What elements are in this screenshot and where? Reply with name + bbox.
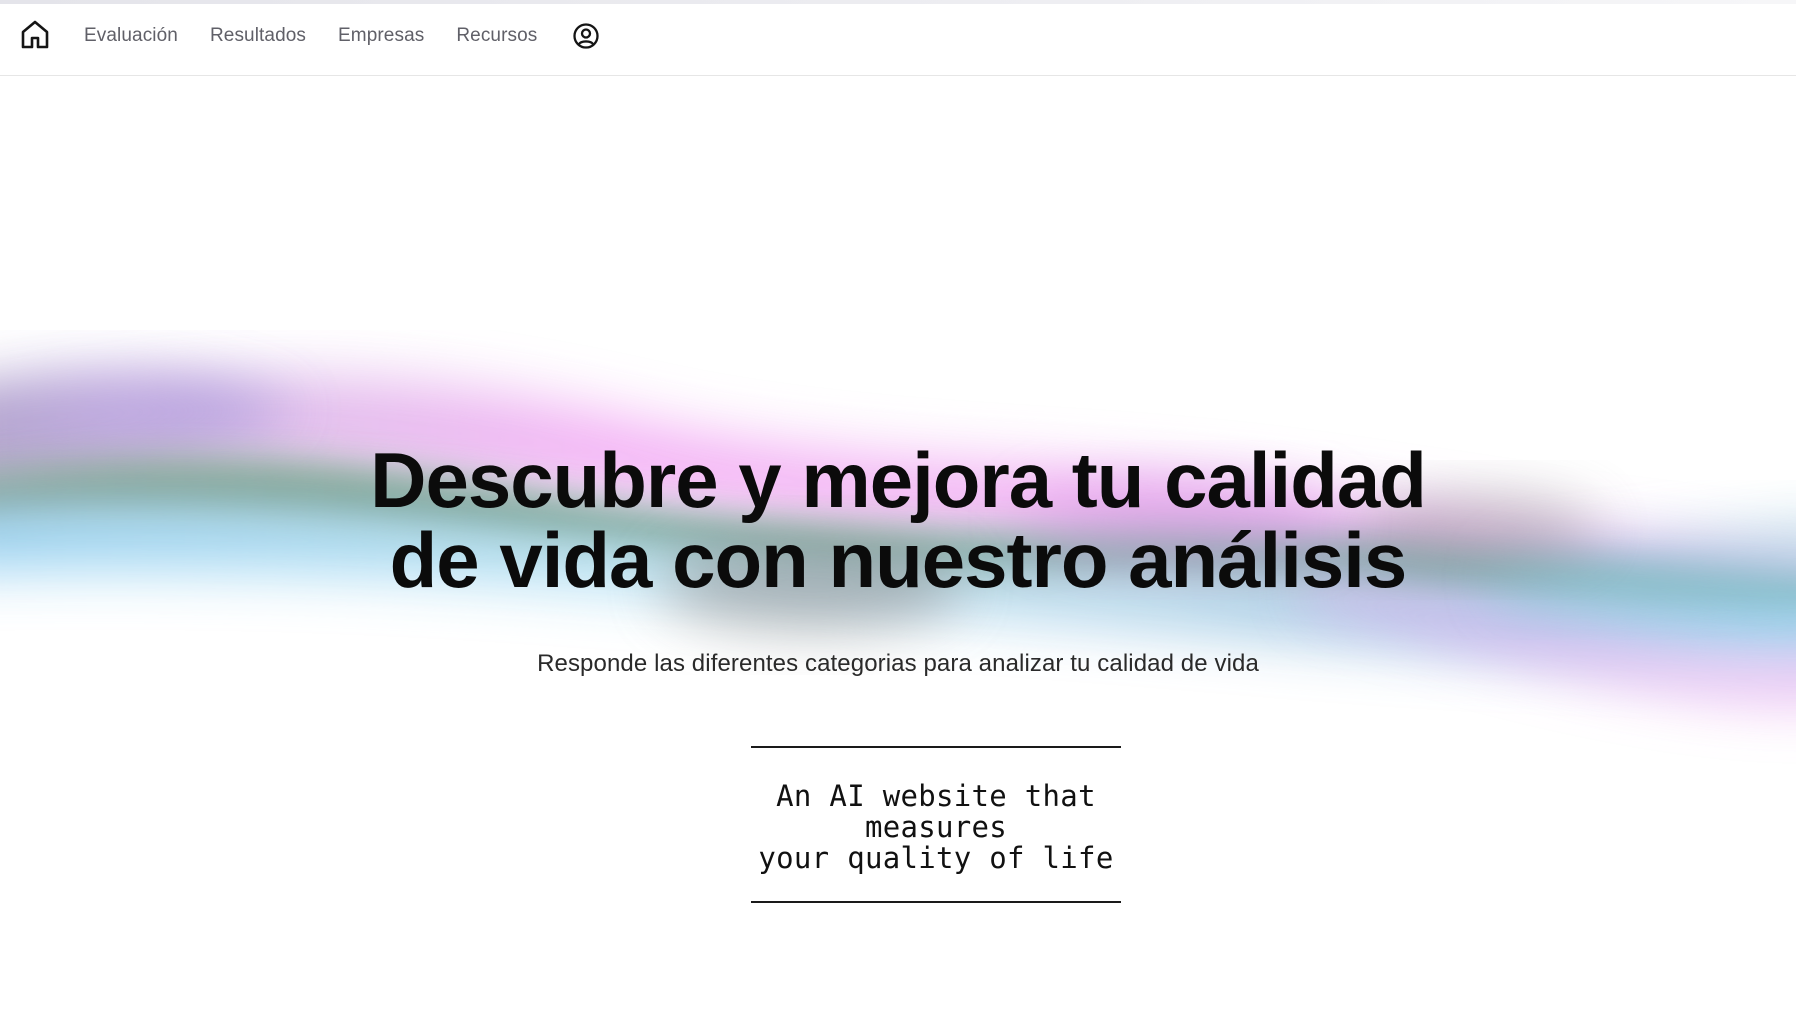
main-nav: Evaluación Resultados Empresas Recursos — [84, 4, 600, 67]
hero-section: Descubre y mejora tu calidad de vida con… — [0, 440, 1796, 678]
tagline: An AI website that measures your quality… — [751, 781, 1121, 874]
hero-subtitle: Responde las diferentes categorias para … — [537, 650, 1259, 677]
tagline-line2: your quality of life — [758, 841, 1114, 875]
nav-link-resultados[interactable]: Resultados — [210, 25, 306, 47]
home-icon[interactable] — [19, 18, 51, 50]
hero-title-line1: Descubre y mejora tu calidad — [370, 436, 1427, 524]
hero-title-line2: de vida con nuestro análisis — [389, 516, 1408, 604]
nav-link-recursos[interactable]: Recursos — [456, 25, 537, 47]
tagline-block: An AI website that measures your quality… — [751, 746, 1121, 903]
top-navbar: Evaluación Resultados Empresas Recursos — [0, 4, 1796, 76]
nav-link-evaluacion[interactable]: Evaluación — [84, 25, 178, 47]
hero-title: Descubre y mejora tu calidad de vida con… — [248, 440, 1548, 600]
nav-link-empresas[interactable]: Empresas — [338, 25, 424, 47]
divider-top — [751, 746, 1121, 748]
page: Evaluación Resultados Empresas Recursos — [0, 0, 1796, 1014]
tagline-line1: An AI website that measures — [776, 779, 1096, 844]
user-circle-icon[interactable] — [572, 22, 600, 50]
divider-bottom — [751, 901, 1121, 903]
